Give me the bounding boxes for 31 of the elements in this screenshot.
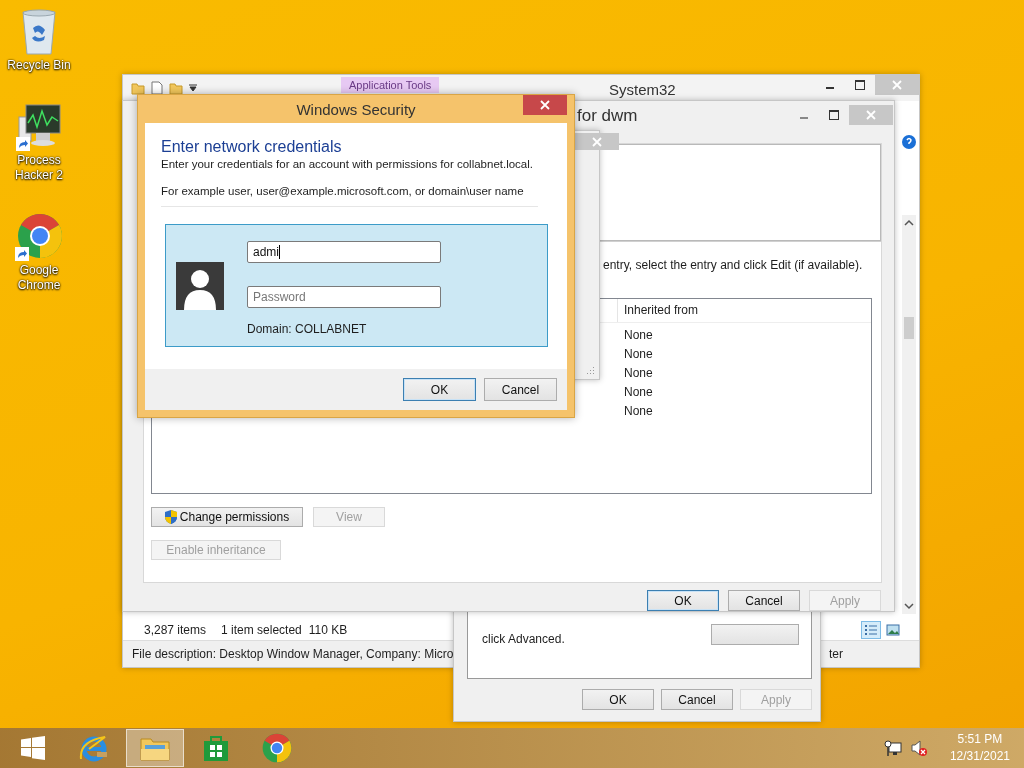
hint-text: click Advanced. (482, 632, 565, 646)
dialog-button[interactable]: Cancel (484, 378, 557, 401)
instruction-text: entry, select the entry and click Edit (if available). (603, 258, 864, 272)
ribbon-tab[interactable]: Application Tools (341, 77, 440, 93)
dialog-button[interactable]: Cancel (728, 590, 800, 611)
dialog-heading: Enter network credentials (161, 137, 343, 157)
table-cell-text: None (623, 403, 653, 418)
username-field[interactable]: admi (247, 241, 441, 263)
window-title: System32 (609, 81, 676, 98)
credential-tile[interactable]: admi Password Domain: COLLABNET (165, 224, 548, 347)
selection-size: 110 KB (308, 623, 348, 637)
dialog-button[interactable]: OK (403, 378, 476, 401)
table-cell-text: None (623, 384, 653, 399)
dialog-message: Enter your credentials for an account with permissions for collabnet.local. (161, 158, 534, 170)
table-cell-text: None (623, 365, 653, 380)
file-description: File description: Desktop Window Manager, Company: Micro (132, 647, 454, 661)
item-count: 3,287 items (144, 623, 207, 637)
status-text: ter (829, 647, 843, 661)
window-title: for dwm (577, 106, 638, 126)
dialog-button[interactable]: OK (582, 689, 654, 710)
selection-status: 1 item selected (221, 623, 302, 637)
example-text: For example user, user@example.microsoft.com, or domain\user name (161, 185, 525, 197)
dialog-title: Windows Security (296, 100, 416, 118)
dialog-button[interactable]: OK (647, 590, 719, 611)
password-field[interactable]: Password (247, 286, 441, 308)
dialog-button[interactable]: Cancel (661, 689, 733, 710)
domain-text: Domain: COLLABNET (247, 322, 368, 336)
table-cell-text: None (623, 327, 653, 342)
action-button[interactable]: Change permissions (151, 507, 303, 527)
table-cell-text: None (623, 346, 653, 361)
column-header[interactable]: Inherited from (617, 299, 699, 322)
